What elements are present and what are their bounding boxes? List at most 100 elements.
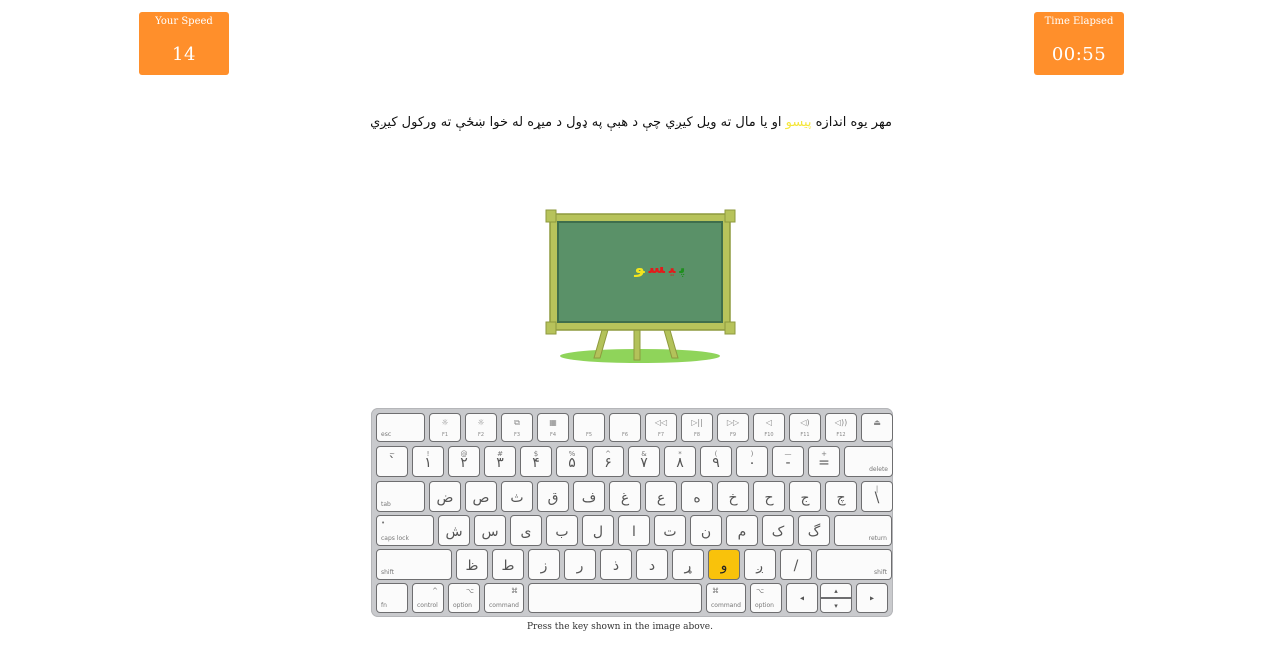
key-letter[interactable]: ث xyxy=(501,481,533,512)
key-f11[interactable]: ◁) F11 xyxy=(789,413,821,442)
key-letter[interactable]: ت xyxy=(654,515,686,546)
key-number-2[interactable]: @۲ xyxy=(448,446,480,477)
key-char: س xyxy=(481,524,499,540)
key-letter[interactable]: ف xyxy=(573,481,605,512)
board-letter: و xyxy=(634,258,645,277)
f1-icon: ☼ xyxy=(441,418,449,427)
key-shift-right[interactable]: shift xyxy=(816,549,892,580)
key-number-0[interactable]: ~ ` xyxy=(376,446,408,477)
key-command-right[interactable]: ⌘ command xyxy=(706,583,746,613)
option-icon: ⌥ xyxy=(756,587,765,595)
key-char: ږ xyxy=(756,558,764,574)
key-option-right[interactable]: ⌥ option xyxy=(750,583,782,613)
key-arrow-right[interactable]: ▸ xyxy=(856,583,888,613)
key-letter[interactable]: ذ xyxy=(600,549,632,580)
key-char: - xyxy=(785,455,791,471)
key-letter[interactable]: / xyxy=(780,549,812,580)
key-number-7[interactable]: & ۷ xyxy=(628,446,660,477)
key-fn[interactable]: fn xyxy=(376,583,408,613)
key-number-5[interactable]: % ۵ xyxy=(556,446,588,477)
key-char: ن xyxy=(700,524,712,540)
key-letter[interactable]: ر xyxy=(564,549,596,580)
key-f4[interactable]: ▦ F4 xyxy=(537,413,569,442)
key-arrow-left[interactable]: ◂ xyxy=(786,583,818,613)
key-letter[interactable]: غ xyxy=(609,481,641,512)
key-space[interactable] xyxy=(528,583,702,613)
key-option-left[interactable]: ⌥ option xyxy=(448,583,480,613)
key-letter[interactable]: ع xyxy=(645,481,677,512)
time-elapsed-label: Time Elapsed xyxy=(1044,16,1114,27)
key-letter[interactable]: ش xyxy=(438,515,470,546)
key-number-10[interactable]: ) ٠ xyxy=(736,446,768,477)
key-number-12[interactable]: + = xyxy=(808,446,840,477)
key-char: ی xyxy=(520,524,532,540)
key-char: ک xyxy=(771,524,785,540)
key-control[interactable]: ^ control xyxy=(412,583,444,613)
f9-icon: ▷▷ xyxy=(726,418,740,427)
key-f2[interactable]: ☼ F2 xyxy=(465,413,497,442)
key-letter[interactable]: ظ xyxy=(456,549,488,580)
key-eject[interactable]: ⏏ xyxy=(861,413,893,442)
arrow-down-icon: ▾ xyxy=(834,601,838,610)
key-letter[interactable]: ږ xyxy=(744,549,776,580)
key-char: ح xyxy=(764,490,774,506)
chalkboard: پیسو xyxy=(520,200,770,370)
key-number-6[interactable]: ^ ۶ xyxy=(592,446,624,477)
key-number-11[interactable]: — - xyxy=(772,446,804,477)
key-esc[interactable]: esc xyxy=(376,413,425,442)
key-label: F7 xyxy=(657,432,665,438)
key-letter[interactable]: س xyxy=(474,515,506,546)
key-letter[interactable]: م xyxy=(726,515,758,546)
key-arrow-down[interactable]: ▾ xyxy=(820,598,852,613)
key-letter[interactable]: ب xyxy=(546,515,578,546)
key-char: ۴ xyxy=(532,455,540,471)
key-shift-left[interactable]: shift xyxy=(376,549,452,580)
key-letter[interactable]: ط xyxy=(492,549,524,580)
sentence-before: مهر یوه اندازه xyxy=(811,115,892,130)
key-f10[interactable]: ◁ F10 xyxy=(753,413,785,442)
key-return[interactable]: return xyxy=(834,515,892,546)
f7-icon: ◁◁ xyxy=(654,418,668,427)
key-letter[interactable]: ج xyxy=(789,481,821,512)
key-number-3[interactable]: #۳ xyxy=(484,446,516,477)
key-char: ۱ xyxy=(424,455,432,471)
key-arrow-up[interactable]: ▴ xyxy=(820,583,852,598)
key-letter[interactable]: گ xyxy=(798,515,830,546)
key-f9[interactable]: ▷▷ F9 xyxy=(717,413,749,442)
key-letter[interactable]: ل xyxy=(582,515,614,546)
key-letter[interactable]: ه xyxy=(681,481,713,512)
key-command-left[interactable]: ⌘ command xyxy=(484,583,524,613)
key-letter[interactable]: ق xyxy=(537,481,569,512)
key-letter[interactable]: ړ xyxy=(672,549,704,580)
key-number-1[interactable]: ! ۱ xyxy=(412,446,444,477)
key-letter[interactable]: ح xyxy=(753,481,785,512)
key-letter[interactable]: چ xyxy=(825,481,857,512)
key-letter[interactable]: د xyxy=(636,549,668,580)
key-letter[interactable]: ص xyxy=(465,481,497,512)
key-number-4[interactable]: $۴ xyxy=(520,446,552,477)
key-number-9[interactable]: (۹ xyxy=(700,446,732,477)
key-letter[interactable]: ک xyxy=(762,515,794,546)
key-caps-lock[interactable]: • caps lock xyxy=(376,515,434,546)
key-f1[interactable]: ☼ F1 xyxy=(429,413,461,442)
key-label: F4 xyxy=(549,432,557,438)
key-f5[interactable]: F5 xyxy=(573,413,605,442)
key-letter[interactable]: ض xyxy=(429,481,461,512)
key-letter[interactable]: ا xyxy=(618,515,650,546)
key-delete[interactable]: delete xyxy=(844,446,893,477)
key-f3[interactable]: ⧉ F3 xyxy=(501,413,533,442)
key-f7[interactable]: ◁◁ F7 xyxy=(645,413,677,442)
key-f12[interactable]: ◁)) F12 xyxy=(825,413,857,442)
f12-icon: ◁)) xyxy=(834,418,848,427)
key-f8[interactable]: ▷|| F8 xyxy=(681,413,713,442)
key-letter[interactable]: ن xyxy=(690,515,722,546)
key-number-8[interactable]: * ۸ xyxy=(664,446,696,477)
key-letter[interactable]: ی xyxy=(510,515,542,546)
key-letter[interactable]: ز xyxy=(528,549,560,580)
key-letter[interactable]: خ xyxy=(717,481,749,512)
key-letter-active[interactable]: و xyxy=(708,549,740,580)
f4-icon: ▦ xyxy=(549,418,557,427)
key-tab[interactable]: tab xyxy=(376,481,425,512)
key-f6[interactable]: F6 xyxy=(609,413,641,442)
key-letter[interactable]: | \ xyxy=(861,481,893,512)
